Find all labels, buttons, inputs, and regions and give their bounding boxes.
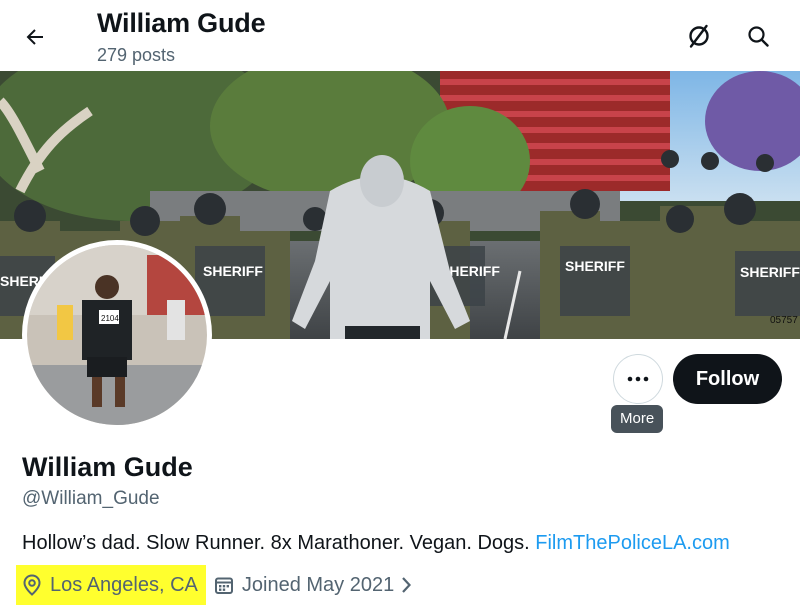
more-button[interactable] bbox=[613, 354, 663, 404]
location: Los Angeles, CA bbox=[16, 565, 206, 605]
follow-button[interactable]: Follow bbox=[673, 354, 782, 404]
back-arrow-icon bbox=[26, 29, 43, 45]
post-count: 279 posts bbox=[97, 45, 176, 65]
bib-number: 2104 bbox=[101, 314, 119, 323]
location-text: Los Angeles, CA bbox=[50, 573, 198, 596]
bio-text: Hollow’s dad. Slow Runner. 8x Marathoner… bbox=[22, 532, 536, 554]
grok-icon bbox=[689, 24, 709, 48]
more-tooltip: More bbox=[611, 405, 664, 433]
calendar-icon bbox=[214, 575, 234, 595]
joined-text: Joined May 2021 bbox=[241, 573, 395, 596]
location-pin-icon bbox=[22, 574, 42, 596]
bio: Hollow’s dad. Slow Runner. 8x Marathoner… bbox=[22, 532, 730, 555]
display-name: William Gude bbox=[22, 452, 193, 482]
user-handle: @William_Gude bbox=[22, 488, 160, 509]
banner-label: SHERIFF bbox=[740, 264, 800, 280]
banner-label: SHERIFF bbox=[565, 258, 625, 274]
search-icon bbox=[748, 26, 769, 47]
profile-avatar[interactable]: 2104 bbox=[22, 240, 212, 430]
profile-header: William Gude 279 posts bbox=[0, 0, 800, 71]
joined-date[interactable]: Joined May 2021 bbox=[214, 574, 412, 597]
header-title: William Gude bbox=[97, 8, 266, 38]
vehicle-number: 05757 bbox=[770, 315, 798, 326]
search-button[interactable] bbox=[737, 15, 779, 57]
back-button[interactable] bbox=[14, 16, 56, 58]
banner-label: SHERIFF bbox=[203, 263, 263, 279]
grok-button[interactable] bbox=[678, 15, 720, 57]
bio-link[interactable]: FilmThePoliceLA.com bbox=[535, 532, 730, 554]
chevron-right-icon bbox=[400, 576, 412, 594]
more-icon bbox=[627, 376, 649, 382]
profile-meta: Los Angeles, CA Joined May 2021 bbox=[16, 565, 412, 605]
avatar-image: 2104 bbox=[27, 245, 207, 425]
